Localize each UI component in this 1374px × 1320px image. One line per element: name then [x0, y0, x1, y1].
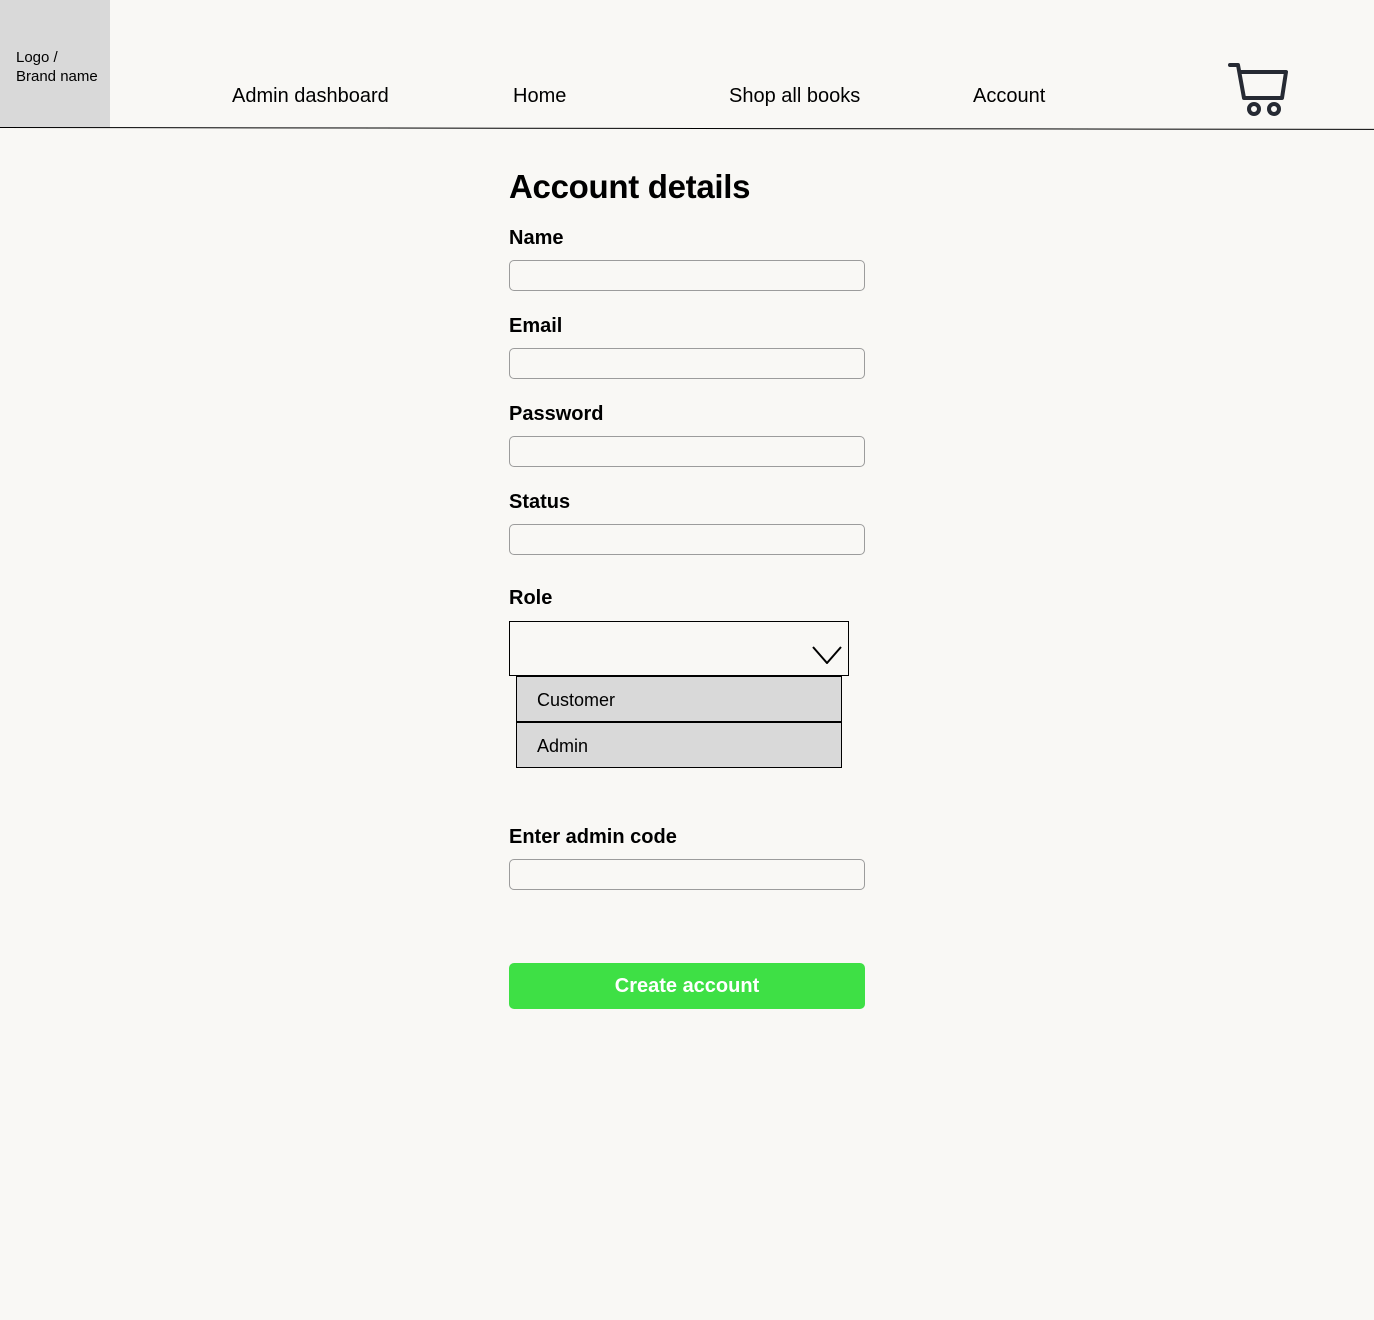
nav-home[interactable]: Home	[513, 85, 566, 108]
header-divider	[0, 127, 1374, 130]
chevron-down-icon	[812, 646, 842, 664]
status-field[interactable]	[509, 524, 865, 555]
page-title: Account details	[509, 168, 751, 205]
nav-admin-dashboard[interactable]: Admin dashboard	[232, 85, 389, 108]
nav-shop-all-books[interactable]: Shop all books	[729, 85, 860, 108]
name-label: Name	[509, 227, 564, 249]
password-label: Password	[509, 403, 604, 425]
status-label: Status	[509, 491, 571, 513]
role-option-customer[interactable]: Customer	[516, 676, 842, 722]
brand-name: Logo / Brand name	[16, 49, 98, 85]
logo[interactable]: Logo / Brand name	[0, 0, 110, 128]
nav-account[interactable]: Account	[973, 85, 1045, 108]
name-field[interactable]	[509, 260, 865, 291]
role-select[interactable]	[509, 621, 849, 676]
admin-code-field[interactable]	[509, 859, 865, 890]
role-label: Role	[509, 587, 553, 609]
role-option-admin[interactable]: Admin	[516, 722, 842, 768]
admin-code-label: Enter admin code	[509, 826, 677, 848]
email-label: Email	[509, 315, 563, 337]
password-field[interactable]	[509, 436, 865, 467]
email-field[interactable]	[509, 348, 865, 379]
shopping-cart-icon[interactable]	[1228, 62, 1290, 118]
create-account-button[interactable]: Create account	[509, 963, 865, 1009]
